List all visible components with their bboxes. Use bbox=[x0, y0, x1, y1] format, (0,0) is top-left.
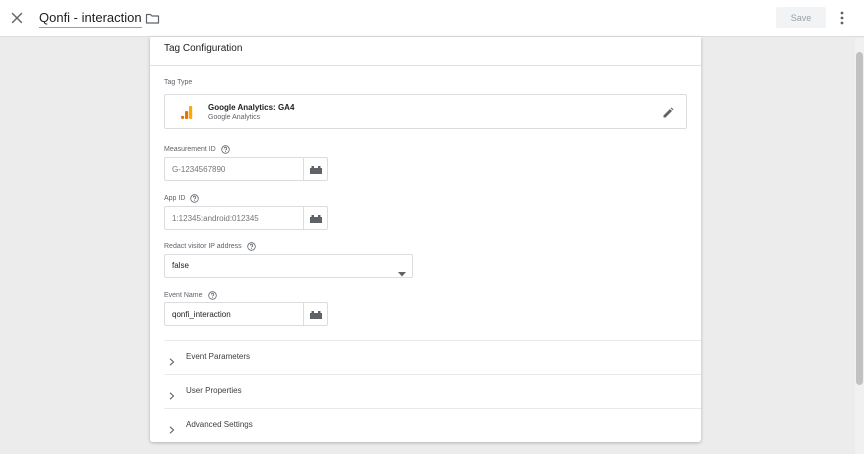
save-button[interactable]: Save bbox=[776, 7, 826, 28]
redact-ip-select[interactable]: false bbox=[164, 254, 413, 278]
variable-brick-icon bbox=[310, 310, 322, 319]
variable-picker-button[interactable] bbox=[303, 158, 328, 180]
app-id-field bbox=[164, 206, 328, 230]
tag-type-name: Google Analytics: GA4 bbox=[208, 103, 295, 112]
chevron-right-icon bbox=[169, 387, 175, 400]
section-label: User Properties bbox=[186, 386, 242, 395]
folder-icon[interactable] bbox=[145, 11, 160, 26]
tag-type-label-text: Tag Type bbox=[164, 79, 193, 86]
scrollbar-thumb[interactable] bbox=[856, 52, 863, 385]
variable-brick-icon bbox=[310, 214, 322, 223]
app-id-input[interactable] bbox=[172, 207, 302, 229]
app-header: Qonfi - interaction Save bbox=[0, 0, 864, 37]
section-label: Advanced Settings bbox=[186, 420, 253, 429]
event-name-label: Event Name bbox=[164, 291, 217, 300]
measurement-id-label: Measurement ID bbox=[164, 145, 230, 154]
section-event-parameters[interactable]: Event Parameters bbox=[164, 341, 701, 374]
redact-ip-value: false bbox=[172, 261, 189, 270]
tag-configuration-card: Tag Configuration Tag Type Google Analyt… bbox=[150, 37, 701, 442]
tag-type-label: Tag Type bbox=[164, 79, 192, 86]
chevron-right-icon bbox=[169, 421, 175, 434]
variable-picker-button[interactable] bbox=[303, 303, 328, 325]
event-name-field bbox=[164, 302, 328, 326]
more-vert-icon[interactable] bbox=[836, 10, 848, 26]
event-name-label-text: Event Name bbox=[164, 292, 203, 299]
help-icon[interactable] bbox=[221, 145, 230, 154]
section-advanced-settings[interactable]: Advanced Settings bbox=[164, 409, 701, 442]
section-user-properties[interactable]: User Properties bbox=[164, 375, 701, 408]
close-icon[interactable] bbox=[9, 10, 25, 26]
measurement-id-label-text: Measurement ID bbox=[164, 146, 216, 153]
chevron-right-icon bbox=[169, 353, 175, 366]
tag-title-input[interactable]: Qonfi - interaction bbox=[39, 10, 142, 28]
help-icon[interactable] bbox=[190, 194, 200, 203]
variable-picker-button[interactable] bbox=[303, 207, 328, 229]
google-analytics-icon bbox=[181, 106, 193, 119]
card-divider bbox=[150, 65, 701, 66]
help-icon[interactable] bbox=[246, 242, 256, 251]
redact-ip-label-text: Redact visitor IP address bbox=[164, 243, 242, 250]
dropdown-arrow-icon bbox=[398, 264, 406, 277]
event-name-input[interactable] bbox=[172, 303, 302, 325]
measurement-id-field bbox=[164, 157, 328, 181]
pencil-icon[interactable] bbox=[662, 106, 674, 118]
card-title: Tag Configuration bbox=[164, 43, 243, 54]
app-id-label-text: App ID bbox=[164, 195, 186, 202]
help-icon[interactable] bbox=[207, 291, 217, 300]
app-id-label: App ID bbox=[164, 194, 200, 203]
section-label: Event Parameters bbox=[186, 352, 251, 361]
measurement-id-input[interactable] bbox=[172, 158, 302, 180]
redact-ip-label: Redact visitor IP address bbox=[164, 242, 256, 251]
variable-brick-icon bbox=[310, 165, 322, 174]
tag-type-subtitle: Google Analytics bbox=[208, 114, 261, 121]
tag-type-selector[interactable]: Google Analytics: GA4 Google Analytics bbox=[164, 94, 687, 129]
